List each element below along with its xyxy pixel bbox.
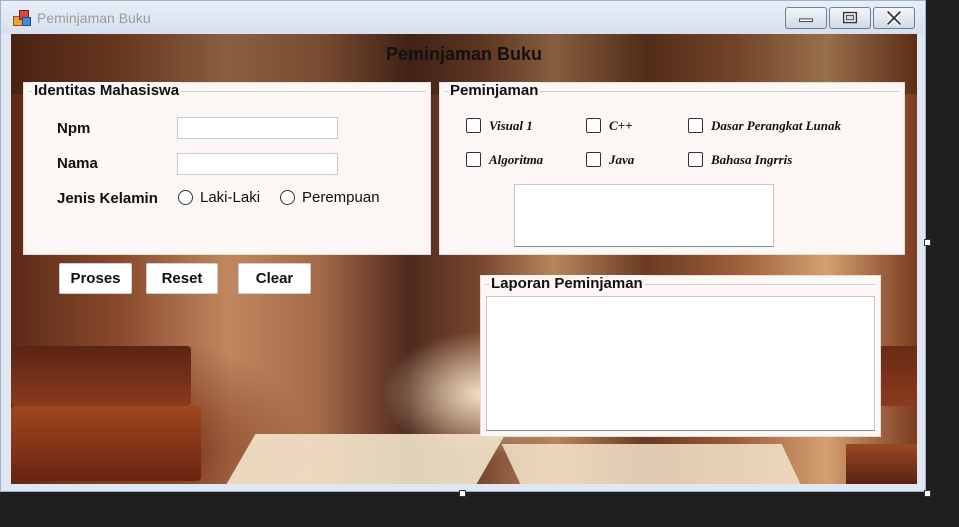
background-book [11,346,191,406]
npm-label: Npm [57,120,91,137]
background-book [846,444,917,484]
minimize-icon [799,18,813,23]
checkbox-dasar-perangkat-lunak[interactable] [688,118,703,133]
laporan-legend: Laporan Peminjaman [489,275,645,292]
form-heading: Peminjaman Buku [385,44,543,64]
checkbox-algoritma[interactable] [466,152,481,167]
background-open-book [501,444,801,484]
close-button[interactable] [873,7,915,29]
window-title: Peminjaman Buku [37,10,151,26]
proses-button[interactable]: Proses [59,263,132,294]
peminjaman-legend: Peminjaman [448,82,541,99]
radio-perempuan-label[interactable]: Perempuan [302,189,380,206]
radio-perempuan[interactable] [280,190,295,205]
background-book [11,406,201,481]
checkbox-java[interactable] [586,152,601,167]
background-open-book [226,434,506,484]
resize-handle-bottom[interactable] [459,490,466,497]
title-bar: Peminjaman Buku [1,1,925,34]
peminjaman-group: Peminjaman Visual 1 C++ Dasar Perangkat … [439,82,905,255]
maximize-button[interactable] [829,7,871,29]
checkbox-cpp-label[interactable]: C++ [609,118,633,134]
form-client-area: Peminjaman Buku Identitas Mahasiswa Npm … [11,34,917,484]
app-icon [13,10,31,26]
checkbox-visual-1-label[interactable]: Visual 1 [489,118,533,134]
checkbox-visual-1[interactable] [466,118,481,133]
reset-button[interactable]: Reset [146,263,218,294]
checkbox-java-label[interactable]: Java [609,152,634,168]
identitas-legend: Identitas Mahasiswa [32,82,182,99]
npm-input[interactable] [177,117,338,139]
checkbox-bahasa-ingrris[interactable] [688,152,703,167]
background-book [879,346,917,406]
gender-label: Jenis Kelamin [57,190,158,207]
checkbox-bahasa-ingrris-label[interactable]: Bahasa Ingrris [711,152,792,168]
checkbox-cpp[interactable] [586,118,601,133]
laporan-group: Laporan Peminjaman [480,275,881,437]
radio-laki-laki[interactable] [178,190,193,205]
resize-handle-corner[interactable] [924,490,931,497]
nama-input[interactable] [177,153,338,175]
radio-laki-laki-label[interactable]: Laki-Laki [200,189,260,206]
checkbox-algoritma-label[interactable]: Algoritma [489,152,543,168]
laporan-listbox[interactable] [486,296,875,431]
close-icon [886,10,902,26]
maximize-icon [842,11,858,24]
checkbox-dasar-perangkat-lunak-label[interactable]: Dasar Perangkat Lunak [711,118,841,134]
peminjaman-listbox[interactable] [514,184,774,247]
minimize-button[interactable] [785,7,827,29]
resize-handle-right[interactable] [924,239,931,246]
identitas-group: Identitas Mahasiswa Npm Nama Jenis Kelam… [23,82,431,255]
nama-label: Nama [57,155,98,172]
clear-button[interactable]: Clear [238,263,311,294]
form-window: Peminjaman Buku Peminjaman Buku Identita… [0,0,926,492]
